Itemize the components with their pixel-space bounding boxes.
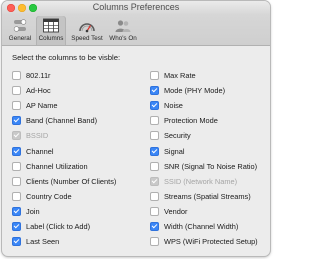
checkbox-label: Ad-Hoc xyxy=(26,86,51,96)
checkbox[interactable] xyxy=(150,71,159,81)
column-option-join[interactable]: Join xyxy=(12,204,142,219)
checkbox-label: Band (Channel Band) xyxy=(26,116,98,126)
preferences-window: Columns Preferences General Columns Spee… xyxy=(2,1,270,256)
column-option-vendor[interactable]: Vendor xyxy=(150,204,268,219)
checkbox-label: Width (Channel Width) xyxy=(164,221,239,231)
checkbox[interactable] xyxy=(12,221,21,231)
checkbox[interactable] xyxy=(150,146,159,156)
checkbox-label: Vendor xyxy=(164,206,188,216)
checkbox-label: Channel Utilization xyxy=(26,161,88,171)
columns-grid-icon xyxy=(43,18,59,33)
checkbox[interactable] xyxy=(12,161,21,171)
column-option-security[interactable]: Security xyxy=(150,128,268,143)
column-option-snr-signal-to-noise-ratio[interactable]: SNR (Signal To Noise Ratio) xyxy=(150,159,268,174)
checkbox[interactable] xyxy=(150,191,159,201)
column-option-bssid: BSSID xyxy=(12,128,142,143)
column-option-wps-wifi-protected-setup[interactable]: WPS (WiFi Protected Setup) xyxy=(150,234,268,249)
left-column-list: 802.11r Ad-Hoc AP Name Band (Channel Band) B… xyxy=(12,68,142,249)
column-option-protection-mode[interactable]: Protection Mode xyxy=(150,113,268,128)
column-option-clients-number-of-clients[interactable]: Clients (Number Of Clients) xyxy=(12,174,142,189)
checkbox-label: Noise xyxy=(164,101,183,111)
checkbox[interactable] xyxy=(12,146,21,156)
checkbox xyxy=(12,131,21,141)
checkbox-label: Signal xyxy=(164,146,185,156)
checkbox[interactable] xyxy=(12,191,21,201)
column-option-ap-name[interactable]: AP Name xyxy=(12,98,142,113)
column-option-mode-phy-mode[interactable]: Mode (PHY Mode) xyxy=(150,83,268,98)
checkbox-label: AP Name xyxy=(26,101,58,111)
tab-columns[interactable]: Columns xyxy=(36,16,66,45)
columns-instruction: Select the columns to be visble: xyxy=(12,53,121,62)
checkbox-label: Protection Mode xyxy=(164,116,218,126)
checkbox-label: SSID (Network Name) xyxy=(164,176,238,186)
column-option-label-click-to-add[interactable]: Label (Click to Add) xyxy=(12,219,142,234)
checkbox-label: Streams (Spatial Streams) xyxy=(164,191,251,201)
checkbox-label: Country Code xyxy=(26,191,72,201)
checkbox-label: 802.11r xyxy=(26,71,51,81)
column-option-max-rate[interactable]: Max Rate xyxy=(150,68,268,83)
column-option-last-seen[interactable]: Last Seen xyxy=(12,234,142,249)
checkbox-label: Channel xyxy=(26,146,54,156)
checkbox-label: Join xyxy=(26,206,40,216)
checkbox-label: WPS (WiFi Protected Setup) xyxy=(164,237,258,247)
tab-general-label: General xyxy=(8,35,32,42)
column-option-ssid-network-name: SSID (Network Name) xyxy=(150,174,268,189)
right-column-list: Max Rate Mode (PHY Mode) Noise Protection M… xyxy=(150,68,268,249)
checkbox[interactable] xyxy=(12,176,21,186)
tab-whos-on-label: Who's On xyxy=(109,35,137,42)
checkbox[interactable] xyxy=(150,86,159,96)
checkbox-label: Max Rate xyxy=(164,71,196,81)
checkbox-label: SNR (Signal To Noise Ratio) xyxy=(164,161,258,171)
window-title: Columns Preferences xyxy=(92,2,180,12)
checkbox-label: Last Seen xyxy=(26,237,60,247)
checkbox[interactable] xyxy=(150,161,159,171)
checkbox[interactable] xyxy=(12,86,21,96)
tab-whos-on[interactable]: Who's On xyxy=(108,16,138,45)
checkbox[interactable] xyxy=(150,206,159,216)
speedometer-icon xyxy=(79,23,95,33)
switches-icon xyxy=(13,19,27,32)
column-option-width-channel-width[interactable]: Width (Channel Width) xyxy=(150,219,268,234)
column-option-noise[interactable]: Noise xyxy=(150,98,268,113)
tab-speed-test-label: Speed Test xyxy=(71,35,103,42)
checkbox[interactable] xyxy=(150,116,159,126)
column-option-ad-hoc[interactable]: Ad-Hoc xyxy=(12,83,142,98)
checkbox[interactable] xyxy=(12,116,21,126)
tab-general[interactable]: General xyxy=(5,16,35,45)
checkbox[interactable] xyxy=(12,206,21,216)
checkbox-label: BSSID xyxy=(26,131,49,141)
checkbox[interactable] xyxy=(12,101,21,111)
checkbox[interactable] xyxy=(150,237,159,247)
column-option-802-11r[interactable]: 802.11r xyxy=(12,68,142,83)
column-option-signal[interactable]: Signal xyxy=(150,143,268,158)
checkbox-label: Security xyxy=(164,131,191,141)
checkbox[interactable] xyxy=(12,71,21,81)
column-option-channel-utilization[interactable]: Channel Utilization xyxy=(12,159,142,174)
checkbox[interactable] xyxy=(150,101,159,111)
column-option-country-code[interactable]: Country Code xyxy=(12,189,142,204)
title-bar: Columns Preferences xyxy=(2,1,270,15)
tab-speed-test[interactable]: Speed Test xyxy=(67,16,107,45)
checkbox[interactable] xyxy=(150,221,159,231)
checkbox-label: Label (Click to Add) xyxy=(26,221,91,231)
users-icon xyxy=(115,20,131,32)
column-option-channel[interactable]: Channel xyxy=(12,143,142,158)
column-option-band-channel-band[interactable]: Band (Channel Band) xyxy=(12,113,142,128)
checkbox xyxy=(150,176,159,186)
tab-columns-label: Columns xyxy=(38,35,64,42)
checkbox[interactable] xyxy=(12,237,21,247)
preferences-toolbar: General Columns Speed Test Who's On xyxy=(2,15,270,46)
checkbox[interactable] xyxy=(150,131,159,141)
checkbox-label: Clients (Number Of Clients) xyxy=(26,176,117,186)
column-option-streams-spatial-streams[interactable]: Streams (Spatial Streams) xyxy=(150,189,268,204)
checkbox-label: Mode (PHY Mode) xyxy=(164,86,226,96)
